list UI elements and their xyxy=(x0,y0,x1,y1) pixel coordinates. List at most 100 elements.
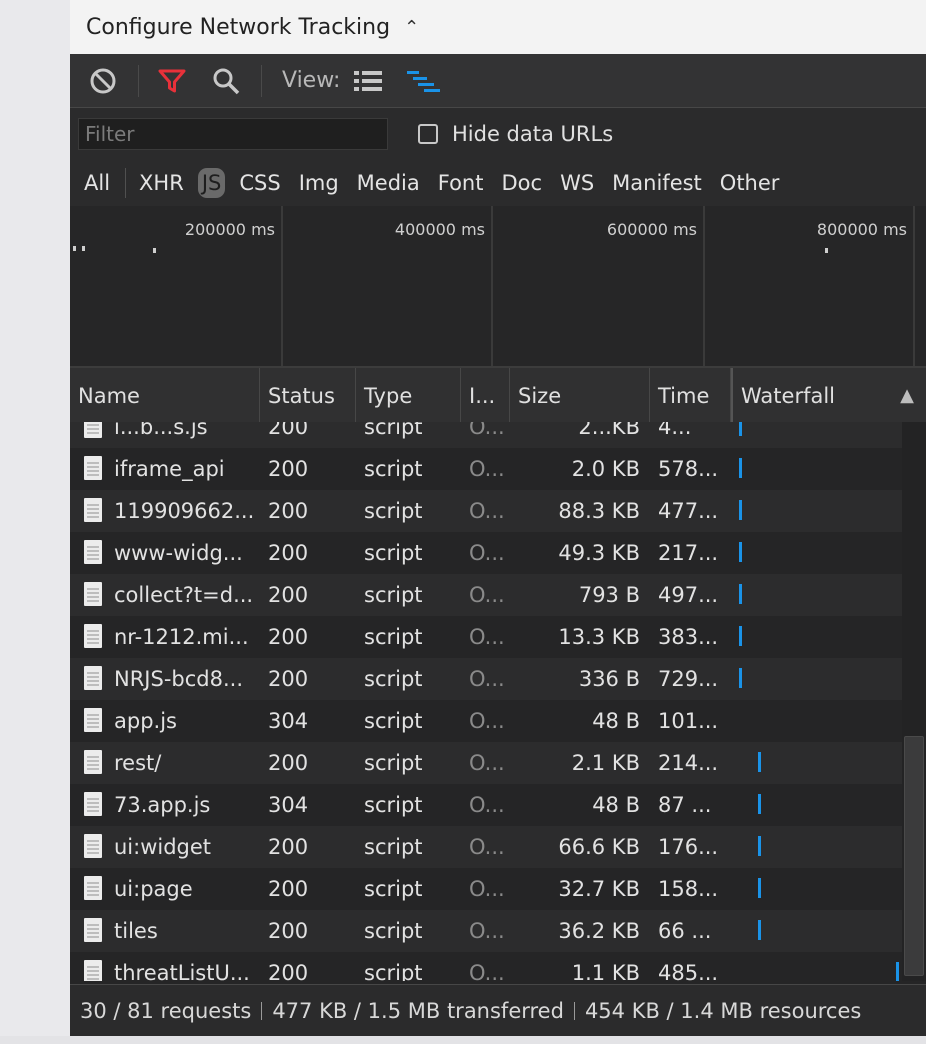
overview-request-mark xyxy=(825,248,828,253)
request-type: script xyxy=(364,457,423,481)
request-status: 200 xyxy=(268,751,309,775)
request-name: collect?t=d... xyxy=(114,583,254,607)
request-name: rest/ xyxy=(114,751,162,775)
type-filter-img[interactable]: Img xyxy=(295,168,343,198)
request-row[interactable]: 119909662... 200 script O... 88.3 KB 477... xyxy=(70,490,902,532)
request-size: 66.6 KB xyxy=(558,835,640,859)
column-header-waterfall[interactable]: Waterfall ▲ xyxy=(731,368,926,422)
request-row[interactable]: tiles 200 script O... 36.2 KB 66 ... xyxy=(70,910,902,952)
type-filter-xhr[interactable]: XHR xyxy=(135,168,188,198)
request-row[interactable]: iframe_api 200 script O... 2.0 KB 578... xyxy=(70,448,902,490)
waterfall-header-label: Waterfall xyxy=(741,384,836,408)
chevron-up-icon[interactable]: ⌃ xyxy=(404,17,419,38)
request-initiator: O... xyxy=(469,919,505,943)
request-initiator: O... xyxy=(469,835,505,859)
column-header-name[interactable]: Name xyxy=(70,368,260,422)
request-row[interactable]: 73.app.js 304 script O... 48 B 87 ... xyxy=(70,784,902,826)
search-icon[interactable] xyxy=(209,54,243,107)
request-type: script xyxy=(364,541,423,565)
summary-separator xyxy=(261,1002,263,1020)
request-type: script xyxy=(364,667,423,691)
script-file-icon xyxy=(84,876,102,900)
request-type: script xyxy=(364,793,423,817)
network-panel: View: Hide data URLs All XHR JS CSS Img Media… xyxy=(70,54,926,1037)
column-header-time[interactable]: Time xyxy=(650,368,731,422)
waterfall-bar xyxy=(758,752,762,772)
request-row[interactable]: collect?t=d... 200 script O... 793 B 497... xyxy=(70,574,902,616)
type-filter-font[interactable]: Font xyxy=(434,168,488,198)
request-row[interactable]: ui:page 200 script O... 32.7 KB 158... xyxy=(70,868,902,910)
type-filter-media[interactable]: Media xyxy=(353,168,424,198)
request-size: 1.1 KB xyxy=(571,961,640,981)
script-file-icon xyxy=(84,792,102,816)
bottom-edge xyxy=(0,1036,926,1044)
column-header-initiator[interactable]: I... xyxy=(461,368,510,422)
request-initiator: O... xyxy=(469,457,505,481)
request-row[interactable]: i...b...s.js 200 script O... 2...KB 4... xyxy=(70,422,902,448)
request-row[interactable]: app.js 304 script O... 48 B 101... xyxy=(70,700,902,742)
request-status: 200 xyxy=(268,835,309,859)
script-file-icon xyxy=(84,422,102,438)
type-filter-js[interactable]: JS xyxy=(197,168,226,198)
request-time: 217... xyxy=(658,541,719,565)
configure-network-tracking-bar[interactable]: Configure Network Tracking ⌃ xyxy=(70,0,926,54)
column-header-status[interactable]: Status xyxy=(260,368,356,422)
overview-tick-label: 600000 ms xyxy=(606,220,697,239)
request-size: 2...KB xyxy=(578,422,640,439)
type-filter-all[interactable]: All xyxy=(80,168,114,198)
request-row[interactable]: ui:widget 200 script O... 66.6 KB 176... xyxy=(70,826,902,868)
request-row[interactable]: threatListU... 200 script O... 1.1 KB 485... xyxy=(70,952,902,981)
request-row[interactable]: nr-1212.mi... 200 script O... 13.3 KB 383... xyxy=(70,616,902,658)
request-size: 793 B xyxy=(578,583,640,607)
request-name: www-widg... xyxy=(114,541,243,565)
clear-icon[interactable] xyxy=(88,54,118,107)
filter-input[interactable] xyxy=(78,118,388,150)
network-summary-bar: 30 / 81 requests 477 KB / 1.5 MB transfe… xyxy=(70,984,926,1037)
request-status: 200 xyxy=(268,457,309,481)
request-name: 73.app.js xyxy=(114,793,211,817)
type-filter-doc[interactable]: Doc xyxy=(497,168,546,198)
hide-data-urls-checkbox[interactable] xyxy=(418,124,438,144)
hide-data-urls-label: Hide data URLs xyxy=(452,122,614,146)
column-header-type[interactable]: Type xyxy=(356,368,461,422)
request-size: 32.7 KB xyxy=(558,877,640,901)
request-row[interactable]: rest/200 script O... 2.1 KB 214... xyxy=(70,742,902,784)
scrollbar-thumb[interactable] xyxy=(904,736,924,976)
overview-request-mark xyxy=(153,248,156,253)
type-filter-manifest[interactable]: Manifest xyxy=(608,168,706,198)
request-size: 2.0 KB xyxy=(571,457,640,481)
request-time: 214... xyxy=(658,751,719,775)
request-initiator: O... xyxy=(469,793,505,817)
timeline-overview[interactable]: 200000 ms 400000 ms 600000 ms 800000 ms xyxy=(70,206,926,368)
request-status: 200 xyxy=(268,625,309,649)
request-size: 336 B xyxy=(578,667,640,691)
sort-ascending-icon[interactable]: ▲ xyxy=(900,368,914,422)
waterfall-bar xyxy=(895,962,899,981)
type-filter-ws[interactable]: WS xyxy=(556,168,598,198)
request-name: ui:page xyxy=(114,877,193,901)
request-type: script xyxy=(364,422,423,439)
request-size: 2.1 KB xyxy=(571,751,640,775)
list-view-icon[interactable] xyxy=(352,54,384,107)
request-name: threatListU... xyxy=(114,961,250,981)
view-label: View: xyxy=(282,68,341,93)
request-row[interactable]: www-widg... 200 script O... 49.3 KB 217... xyxy=(70,532,902,574)
request-type: script xyxy=(364,877,423,901)
filter-icon[interactable] xyxy=(155,54,189,107)
column-header-size[interactable]: Size xyxy=(510,368,650,422)
request-type: script xyxy=(364,583,423,607)
overview-request-mark xyxy=(82,246,85,251)
summary-separator xyxy=(573,1002,575,1020)
filter-row: Hide data URLs xyxy=(70,108,926,160)
request-row[interactable]: NRJS-bcd8... 200 script O... 336 B 729... xyxy=(70,658,902,700)
waterfall-view-icon[interactable] xyxy=(404,54,444,107)
script-file-icon xyxy=(84,960,102,981)
request-status: 200 xyxy=(268,422,309,439)
request-initiator: O... xyxy=(469,499,505,523)
waterfall-bar xyxy=(739,500,742,520)
type-filter-other[interactable]: Other xyxy=(716,168,784,198)
request-status: 200 xyxy=(268,583,309,607)
script-file-icon xyxy=(84,708,102,732)
overview-gridline xyxy=(281,206,283,366)
type-filter-css[interactable]: CSS xyxy=(235,168,284,198)
